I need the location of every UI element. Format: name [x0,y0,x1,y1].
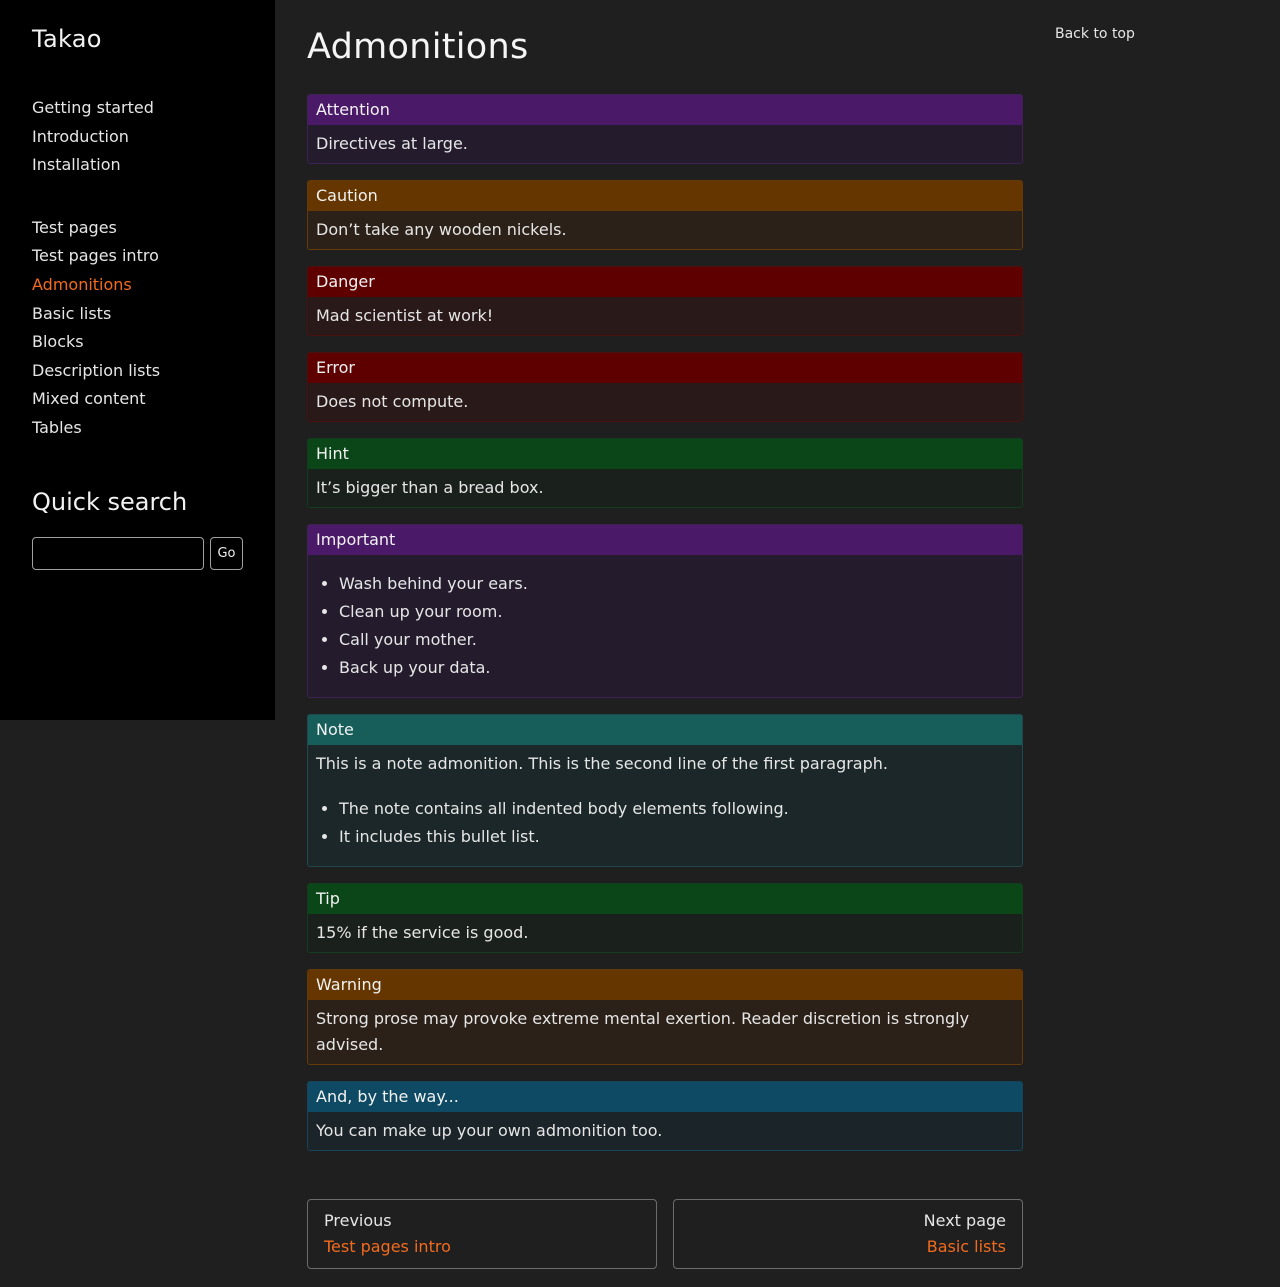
list-item: Clean up your room. [339,598,1014,626]
admonition-note: Note This is a note admonition. This is … [307,714,1023,867]
admonition-tip: Tip 15% if the service is good. [307,883,1023,953]
admonition-body: It’s bigger than a bread box. [308,469,1022,507]
nav-item[interactable]: Getting started [32,94,243,123]
nav-item-active[interactable]: Admonitions [32,271,243,300]
admonition-title: Caution [308,181,1022,211]
admonition-text: This is a note admonition. This is the s… [316,754,888,773]
quick-search-title: Quick search [32,487,188,516]
admonition-error: Error Does not compute. [307,352,1023,422]
admonition-text: You can make up your own admonition too. [316,1121,663,1140]
admonition-body: This is a note admonition. This is the s… [308,745,1022,866]
list-item: It includes this bullet list. [339,823,1014,851]
nav-item[interactable]: Blocks [32,328,243,357]
nav-group-getting-started: Getting started Introduction Installatio… [32,94,243,180]
bullet-list: Wash behind your ears. Clean up your roo… [316,570,1014,682]
admonition-title: And, by the way... [308,1082,1022,1112]
admonition-title: Attention [308,95,1022,125]
admonition-title: Error [308,353,1022,383]
list-item: Back up your data. [339,654,1014,682]
nav-item[interactable]: Basic lists [32,300,243,329]
admonition-text: Strong prose may provoke extreme mental … [316,1009,970,1054]
next-label: Next page [923,1211,1006,1230]
sidebar: Takao Getting started Introduction Insta… [0,0,275,720]
quick-search-form: Go [32,536,243,570]
admonition-title: Important [308,525,1022,555]
page-navigation: Previous Test pages intro Next page Basi… [307,1199,1023,1269]
admonition-warning: Warning Strong prose may provoke extreme… [307,969,1023,1065]
admonition-text: Does not compute. [316,392,469,411]
admonition-text: Directives at large. [316,134,468,153]
admonition-body: Directives at large. [308,125,1022,163]
nav-item[interactable]: Introduction [32,123,243,152]
nav-group-test-pages: Test pages Test pages intro Admonitions … [32,214,243,443]
previous-label: Previous [324,1211,392,1230]
admonition-body: Does not compute. [308,383,1022,421]
site-brand[interactable]: Takao [32,24,243,54]
admonition-body: Strong prose may provoke extreme mental … [308,1000,1022,1064]
admonition-title: Warning [308,970,1022,1000]
nav-item[interactable]: Test pages intro [32,242,243,271]
nav-item[interactable]: Installation [32,151,243,180]
nav-item[interactable]: Description lists [32,357,243,386]
admonition-danger: Danger Mad scientist at work! [307,266,1023,336]
back-to-top-link[interactable]: Back to top [1055,26,1135,42]
admonition-body: Mad scientist at work! [308,297,1022,335]
next-page-link[interactable]: Next page Basic lists [673,1199,1023,1269]
previous-target: Test pages intro [324,1237,451,1256]
admonition-body: Wash behind your ears. Clean up your roo… [308,555,1022,697]
page-title: Admonitions [307,27,529,67]
list-item: The note contains all indented body elem… [339,795,1014,823]
admonition-title: Danger [308,267,1022,297]
nav-item[interactable]: Tables [32,414,243,443]
list-item: Wash behind your ears. [339,570,1014,598]
admonition-important: Important Wash behind your ears. Clean u… [307,524,1023,698]
previous-page-link[interactable]: Previous Test pages intro [307,1199,657,1269]
admonition-attention: Attention Directives at large. [307,94,1023,164]
search-go-button[interactable]: Go [210,536,243,570]
next-target: Basic lists [926,1237,1006,1256]
admonition-text: 15% if the service is good. [316,923,529,942]
admonition-title: Hint [308,439,1022,469]
admonition-text: Mad scientist at work! [316,306,494,325]
admonition-hint: Hint It’s bigger than a bread box. [307,438,1023,508]
main-content: Admonitions Attention Directives at larg… [307,24,1023,1269]
admonition-title: Tip [308,884,1022,914]
admonition-body: 15% if the service is good. [308,914,1022,952]
list-item: Call your mother. [339,626,1014,654]
nav-item[interactable]: Mixed content [32,385,243,414]
admonition-custom: And, by the way... You can make up your … [307,1081,1023,1151]
bullet-list: The note contains all indented body elem… [316,795,1014,851]
nav-item[interactable]: Test pages [32,214,243,243]
admonition-body: Don’t take any wooden nickels. [308,211,1022,249]
admonition-body: You can make up your own admonition too. [308,1112,1022,1150]
admonition-text: It’s bigger than a bread box. [316,478,544,497]
search-input[interactable] [32,536,204,570]
admonition-text: Don’t take any wooden nickels. [316,220,567,239]
admonition-title: Note [308,715,1022,745]
admonition-caution: Caution Don’t take any wooden nickels. [307,180,1023,250]
